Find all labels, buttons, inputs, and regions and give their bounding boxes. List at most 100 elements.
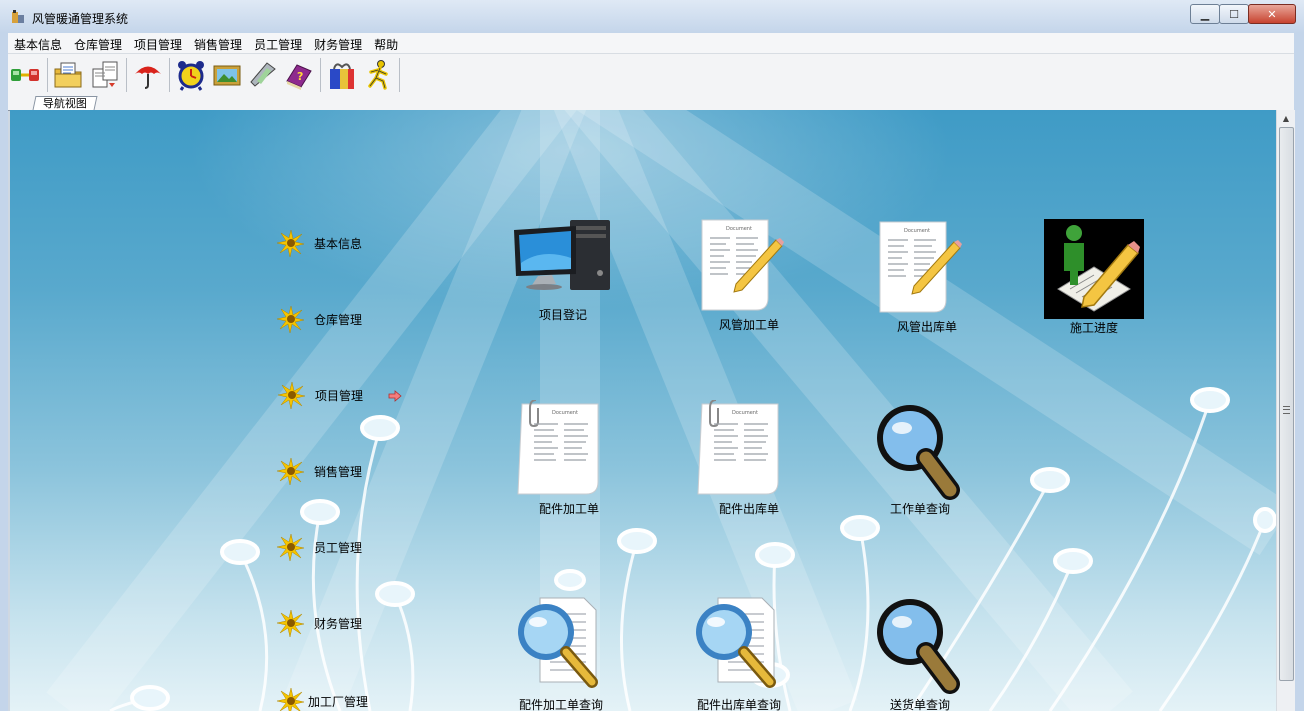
module-delivery-order-query[interactable]: 送货单查询	[870, 594, 970, 711]
clipped-document-icon: Document	[697, 400, 779, 495]
svg-text:Document: Document	[552, 410, 578, 416]
module-label: 施工进度	[1069, 321, 1119, 335]
menu-help[interactable]: 帮助	[368, 33, 404, 53]
nav-item-label: 基本信息	[314, 236, 363, 251]
magnifier-icon	[877, 599, 960, 694]
toolbar-separator	[126, 58, 127, 92]
nav-item-label: 仓库管理	[314, 312, 363, 327]
arrow-right-icon	[388, 390, 402, 402]
svg-text:Document: Document	[732, 410, 758, 416]
minimize-button[interactable]: ▁	[1190, 4, 1220, 24]
module-label: 风管加工单	[718, 318, 780, 332]
flower-icon	[276, 687, 305, 711]
nav-item-project[interactable]: 项目管理	[277, 380, 363, 410]
background-decoration	[46, 110, 1276, 711]
menu-staff[interactable]: 员工管理	[248, 33, 308, 53]
module-project-register[interactable]: 项目登记	[508, 218, 618, 322]
gift-icon	[330, 63, 354, 89]
scroll-up-button[interactable]: ▲	[1277, 110, 1295, 127]
magnifier-icon	[877, 405, 960, 500]
toolbar-transfer-button[interactable]	[87, 56, 123, 94]
nav-item-factory[interactable]: 加工厂管理	[276, 686, 368, 711]
module-label: 风管出库单	[896, 320, 958, 334]
nav-item-warehouse[interactable]: 仓库管理	[276, 304, 362, 334]
flower-icon	[276, 229, 305, 258]
clipped-document-icon: Document	[517, 400, 599, 495]
umbrella-icon	[135, 66, 161, 89]
window-border-left	[0, 33, 8, 711]
toolbar-pda-button[interactable]	[245, 56, 281, 94]
module-label: 配件出库单查询	[696, 698, 782, 711]
module-construction-progress[interactable]: 施工进度	[1044, 219, 1144, 335]
nav-item-label: 销售管理	[314, 464, 363, 479]
tab-nav-view[interactable]: 导航视图	[32, 96, 98, 110]
module-part-outbound-order[interactable]: Document 配件出库单	[694, 400, 804, 516]
module-part-process-order[interactable]: Document 配件加工单	[514, 400, 624, 516]
toolbar-folder-button[interactable]	[51, 56, 87, 94]
module-part-outbound-query[interactable]: 配件出库单查询	[684, 594, 794, 711]
module-label: 配件加工单查询	[518, 698, 604, 711]
folder-document-icon	[54, 62, 82, 88]
svg-text:Document: Document	[904, 228, 930, 234]
computer-icon	[514, 220, 610, 290]
tab-strip: 导航视图	[8, 96, 1294, 111]
module-duct-outbound-order[interactable]: Document 风管出库单	[872, 220, 982, 334]
nav-item-label: 加工厂管理	[308, 694, 369, 709]
app-icon	[12, 10, 24, 23]
toolbar-exit-button[interactable]	[360, 56, 396, 94]
pda-icon	[250, 62, 276, 87]
network-icon	[11, 69, 39, 81]
toolbar: ?	[8, 54, 1294, 96]
nav-item-label: 员工管理	[314, 540, 363, 555]
nav-item-label: 项目管理	[315, 388, 364, 403]
window-border-right	[1294, 33, 1304, 711]
module-label: 送货单查询	[889, 698, 951, 711]
module-work-order-query[interactable]: 工作单查询	[870, 400, 970, 516]
toolbar-gift-button[interactable]	[324, 56, 360, 94]
toolbar-separator	[169, 58, 170, 92]
toolbar-alarm-button[interactable]	[173, 56, 209, 94]
chevron-up-icon: ▲	[1282, 114, 1290, 123]
module-duct-process-order[interactable]: Document 风管加工单	[694, 218, 804, 332]
help-book-icon: ?	[286, 64, 312, 90]
user-edit-icon	[1044, 219, 1144, 319]
module-label: 配件加工单	[538, 502, 600, 516]
svg-text:?: ?	[297, 70, 303, 83]
window-title: 风管暖通管理系统	[32, 12, 129, 26]
toolbar-separator	[47, 58, 48, 92]
maximize-icon: ☐	[1229, 7, 1239, 21]
document-search-icon	[696, 597, 776, 688]
close-icon: ✕	[1267, 7, 1277, 21]
grip-icon	[1283, 406, 1290, 414]
navigation-canvas: 基本信息 仓库管理 项目管理 销售管理 员工管理 财务管理 加工厂管理 项目登记	[10, 110, 1276, 711]
toolbar-help-book-button[interactable]: ?	[281, 56, 317, 94]
nav-item-finance[interactable]: 财务管理	[276, 608, 362, 638]
menu-finance[interactable]: 财务管理	[308, 33, 368, 53]
module-label: 配件出库单	[718, 502, 780, 516]
minimize-icon: ▁	[1200, 7, 1210, 21]
flower-icon	[277, 381, 306, 410]
nav-item-staff[interactable]: 员工管理	[276, 532, 362, 562]
exit-runner-icon	[368, 60, 388, 90]
alarm-clock-icon	[178, 61, 204, 91]
document-search-icon	[518, 597, 598, 688]
menu-basic-info[interactable]: 基本信息	[8, 33, 68, 53]
toolbar-separator	[399, 58, 400, 92]
document-pencil-icon: Document	[701, 219, 784, 311]
maximize-button[interactable]: ☐	[1219, 4, 1249, 24]
menu-project[interactable]: 项目管理	[128, 33, 188, 53]
scroll-thumb[interactable]	[1279, 127, 1294, 681]
svg-text:Document: Document	[726, 226, 752, 232]
close-button[interactable]: ✕	[1248, 4, 1296, 24]
document-pencil-icon: Document	[879, 221, 962, 313]
menu-sales[interactable]: 销售管理	[188, 33, 248, 53]
menu-warehouse[interactable]: 仓库管理	[68, 33, 128, 53]
nav-item-basic-info[interactable]: 基本信息	[276, 228, 362, 258]
toolbar-picture-button[interactable]	[209, 56, 245, 94]
toolbar-umbrella-button[interactable]	[130, 56, 166, 94]
nav-item-sales[interactable]: 销售管理	[276, 456, 362, 486]
flower-icon	[276, 533, 305, 562]
vertical-scrollbar[interactable]: ▲	[1276, 110, 1295, 711]
toolbar-network-button[interactable]	[8, 56, 44, 94]
module-part-process-query[interactable]: 配件加工单查询	[506, 594, 616, 711]
